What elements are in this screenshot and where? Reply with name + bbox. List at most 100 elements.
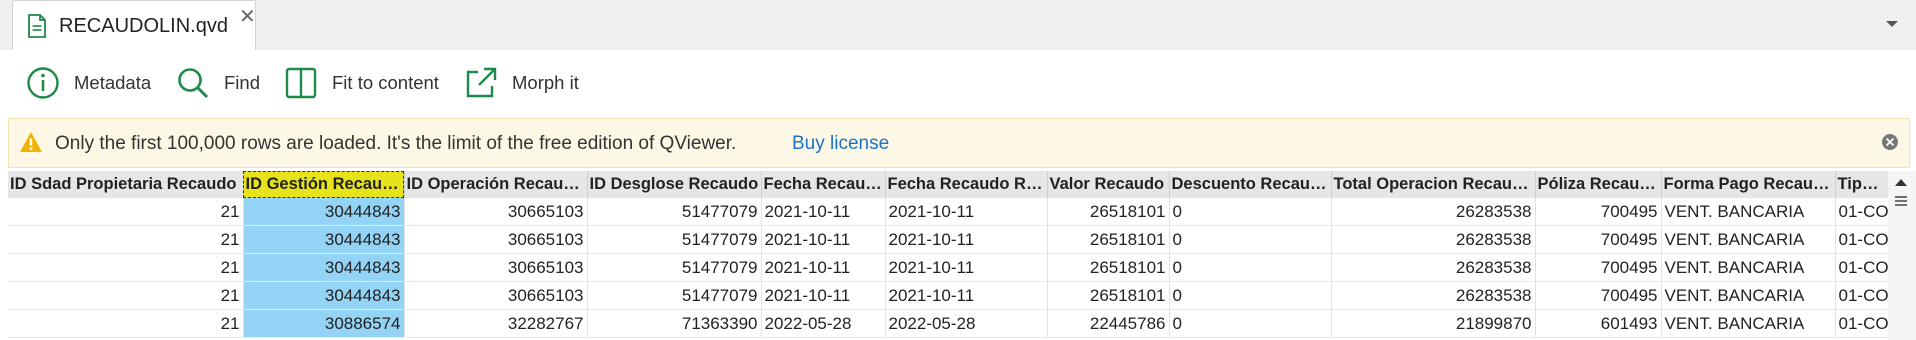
- table-cell[interactable]: 21: [8, 198, 244, 226]
- table-cell[interactable]: 2021-10-11: [885, 225, 1048, 254]
- info-icon: [27, 67, 59, 99]
- table-cell[interactable]: 26518101: [1047, 281, 1170, 310]
- table-cell[interactable]: 26518101: [1047, 198, 1170, 226]
- file-tab[interactable]: RECAUDOLIN.qvd ✕: [12, 0, 256, 50]
- table-cell-selected[interactable]: 30444843: [243, 281, 405, 310]
- table-cell[interactable]: 0: [1169, 309, 1332, 338]
- table-cell[interactable]: 700495: [1535, 198, 1662, 226]
- column-header[interactable]: Póliza Recau…: [1535, 171, 1662, 198]
- table-cell[interactable]: 01-COB: [1835, 198, 1889, 226]
- column-header[interactable]: ID Operación Recau…: [404, 171, 588, 198]
- table-cell[interactable]: 2022-05-28: [761, 309, 886, 338]
- table-row[interactable]: 21 30444843 30665103 51477079 2021-10-11…: [8, 198, 1889, 226]
- table-row[interactable]: 21 30886574 32282767 71363390 2022-05-28…: [8, 309, 1889, 338]
- column-menu-icon[interactable]: [1894, 195, 1908, 207]
- column-header[interactable]: Valor Recaudo: [1047, 171, 1170, 198]
- table-cell[interactable]: 700495: [1535, 253, 1662, 282]
- metadata-button[interactable]: Metadata: [26, 65, 151, 101]
- fit-to-content-button[interactable]: Fit to content: [284, 65, 439, 101]
- table-cell[interactable]: VENT. BANCARIA: [1661, 309, 1836, 338]
- tab-title: RECAUDOLIN.qvd: [59, 15, 228, 37]
- table-cell[interactable]: 21: [8, 309, 244, 338]
- column-header[interactable]: Total Operacion Recau…: [1331, 171, 1536, 198]
- table-cell[interactable]: 2021-10-11: [885, 253, 1048, 282]
- columns-icon: [285, 67, 317, 99]
- table-cell[interactable]: 700495: [1535, 225, 1662, 254]
- banner-message: Only the first 100,000 rows are loaded. …: [55, 133, 737, 154]
- table-cell-selected[interactable]: 30886574: [243, 309, 405, 338]
- buy-license-link[interactable]: Buy license: [792, 133, 889, 155]
- table-cell[interactable]: 0: [1169, 281, 1332, 310]
- table-cell[interactable]: 21: [8, 225, 244, 254]
- table-cell[interactable]: 51477079: [587, 281, 762, 310]
- table-cell[interactable]: 30665103: [404, 281, 588, 310]
- morph-it-button[interactable]: Morph it: [464, 65, 579, 101]
- table-cell[interactable]: 01-COB: [1835, 309, 1889, 338]
- table-row[interactable]: 21 30444843 30665103 51477079 2021-10-11…: [8, 253, 1889, 282]
- table-cell[interactable]: 2021-10-11: [761, 253, 886, 282]
- table-cell[interactable]: 32282767: [404, 309, 588, 338]
- table-cell[interactable]: VENT. BANCARIA: [1661, 225, 1836, 254]
- data-grid: ID Sdad Propietaria Recaudo ID Gestión R…: [0, 171, 1916, 340]
- table-cell[interactable]: 2021-10-11: [761, 281, 886, 310]
- column-header[interactable]: Descuento Recaudo: [1169, 171, 1332, 198]
- find-button[interactable]: Find: [176, 65, 260, 101]
- column-header[interactable]: ID Desglose Recaudo: [587, 171, 762, 198]
- table-cell[interactable]: 0: [1169, 225, 1332, 254]
- table-row[interactable]: 21 30444843 30665103 51477079 2021-10-11…: [8, 225, 1889, 254]
- data-table: ID Sdad Propietaria Recaudo ID Gestión R…: [8, 171, 1889, 338]
- table-cell[interactable]: 01-COB: [1835, 253, 1889, 282]
- column-header-selected[interactable]: ID Gestión Recaudo: [243, 171, 405, 198]
- table-cell[interactable]: 71363390: [587, 309, 762, 338]
- table-cell[interactable]: 30665103: [404, 253, 588, 282]
- table-cell[interactable]: VENT. BANCARIA: [1661, 198, 1836, 226]
- table-cell[interactable]: 01-COB: [1835, 225, 1889, 254]
- table-cell[interactable]: 2021-10-11: [761, 198, 886, 226]
- table-cell[interactable]: 30665103: [404, 225, 588, 254]
- close-circle-icon[interactable]: [1881, 133, 1899, 151]
- table-cell[interactable]: 51477079: [587, 225, 762, 254]
- table-cell[interactable]: 26283538: [1331, 225, 1536, 254]
- close-tab-icon[interactable]: ✕: [239, 7, 256, 27]
- table-cell[interactable]: 26283538: [1331, 281, 1536, 310]
- table-cell-selected[interactable]: 30444843: [243, 198, 405, 226]
- table-cell[interactable]: VENT. BANCARIA: [1661, 253, 1836, 282]
- table-cell[interactable]: 51477079: [587, 253, 762, 282]
- table-cell[interactable]: 26283538: [1331, 253, 1536, 282]
- table-cell-selected[interactable]: 30444843: [243, 225, 405, 254]
- table-cell[interactable]: 2021-10-11: [885, 281, 1048, 310]
- morph-label: Morph it: [512, 72, 579, 93]
- table-row[interactable]: 21 30444843 30665103 51477079 2021-10-11…: [8, 281, 1889, 310]
- table-cell[interactable]: 2021-10-11: [885, 198, 1048, 226]
- table-cell[interactable]: VENT. BANCARIA: [1661, 281, 1836, 310]
- table-cell[interactable]: 21899870: [1331, 309, 1536, 338]
- document-icon: [28, 14, 46, 38]
- column-header[interactable]: Tipo O: [1835, 171, 1889, 198]
- table-cell[interactable]: 2022-05-28: [885, 309, 1048, 338]
- column-header[interactable]: ID Sdad Propietaria Recaudo: [8, 171, 244, 198]
- toolbar: Metadata Find Fit to content Morph it: [0, 50, 1916, 118]
- table-cell[interactable]: 30665103: [404, 198, 588, 226]
- vertical-scrollbar[interactable]: [1888, 171, 1916, 340]
- table-cell[interactable]: 22445786: [1047, 309, 1170, 338]
- scroll-up-icon[interactable]: [1894, 177, 1908, 187]
- table-cell[interactable]: 0: [1169, 198, 1332, 226]
- tab-bar: RECAUDOLIN.qvd ✕: [0, 0, 1916, 50]
- table-cell[interactable]: 51477079: [587, 198, 762, 226]
- table-cell[interactable]: 21: [8, 253, 244, 282]
- column-header[interactable]: Forma Pago Recau…: [1661, 171, 1836, 198]
- table-cell[interactable]: 26518101: [1047, 253, 1170, 282]
- table-cell[interactable]: 0: [1169, 253, 1332, 282]
- table-cell[interactable]: 01-COB: [1835, 281, 1889, 310]
- chevron-down-icon[interactable]: [1885, 20, 1899, 29]
- table-cell[interactable]: 601493: [1535, 309, 1662, 338]
- table-cell-selected[interactable]: 30444843: [243, 253, 405, 282]
- table-cell[interactable]: 26518101: [1047, 225, 1170, 254]
- table-cell[interactable]: 26283538: [1331, 198, 1536, 226]
- table-cell[interactable]: 700495: [1535, 281, 1662, 310]
- search-icon: [178, 68, 209, 99]
- column-header[interactable]: Fecha Recau…: [761, 171, 886, 198]
- table-cell[interactable]: 2021-10-11: [761, 225, 886, 254]
- table-cell[interactable]: 21: [8, 281, 244, 310]
- column-header[interactable]: Fecha Recaudo R…: [885, 171, 1048, 198]
